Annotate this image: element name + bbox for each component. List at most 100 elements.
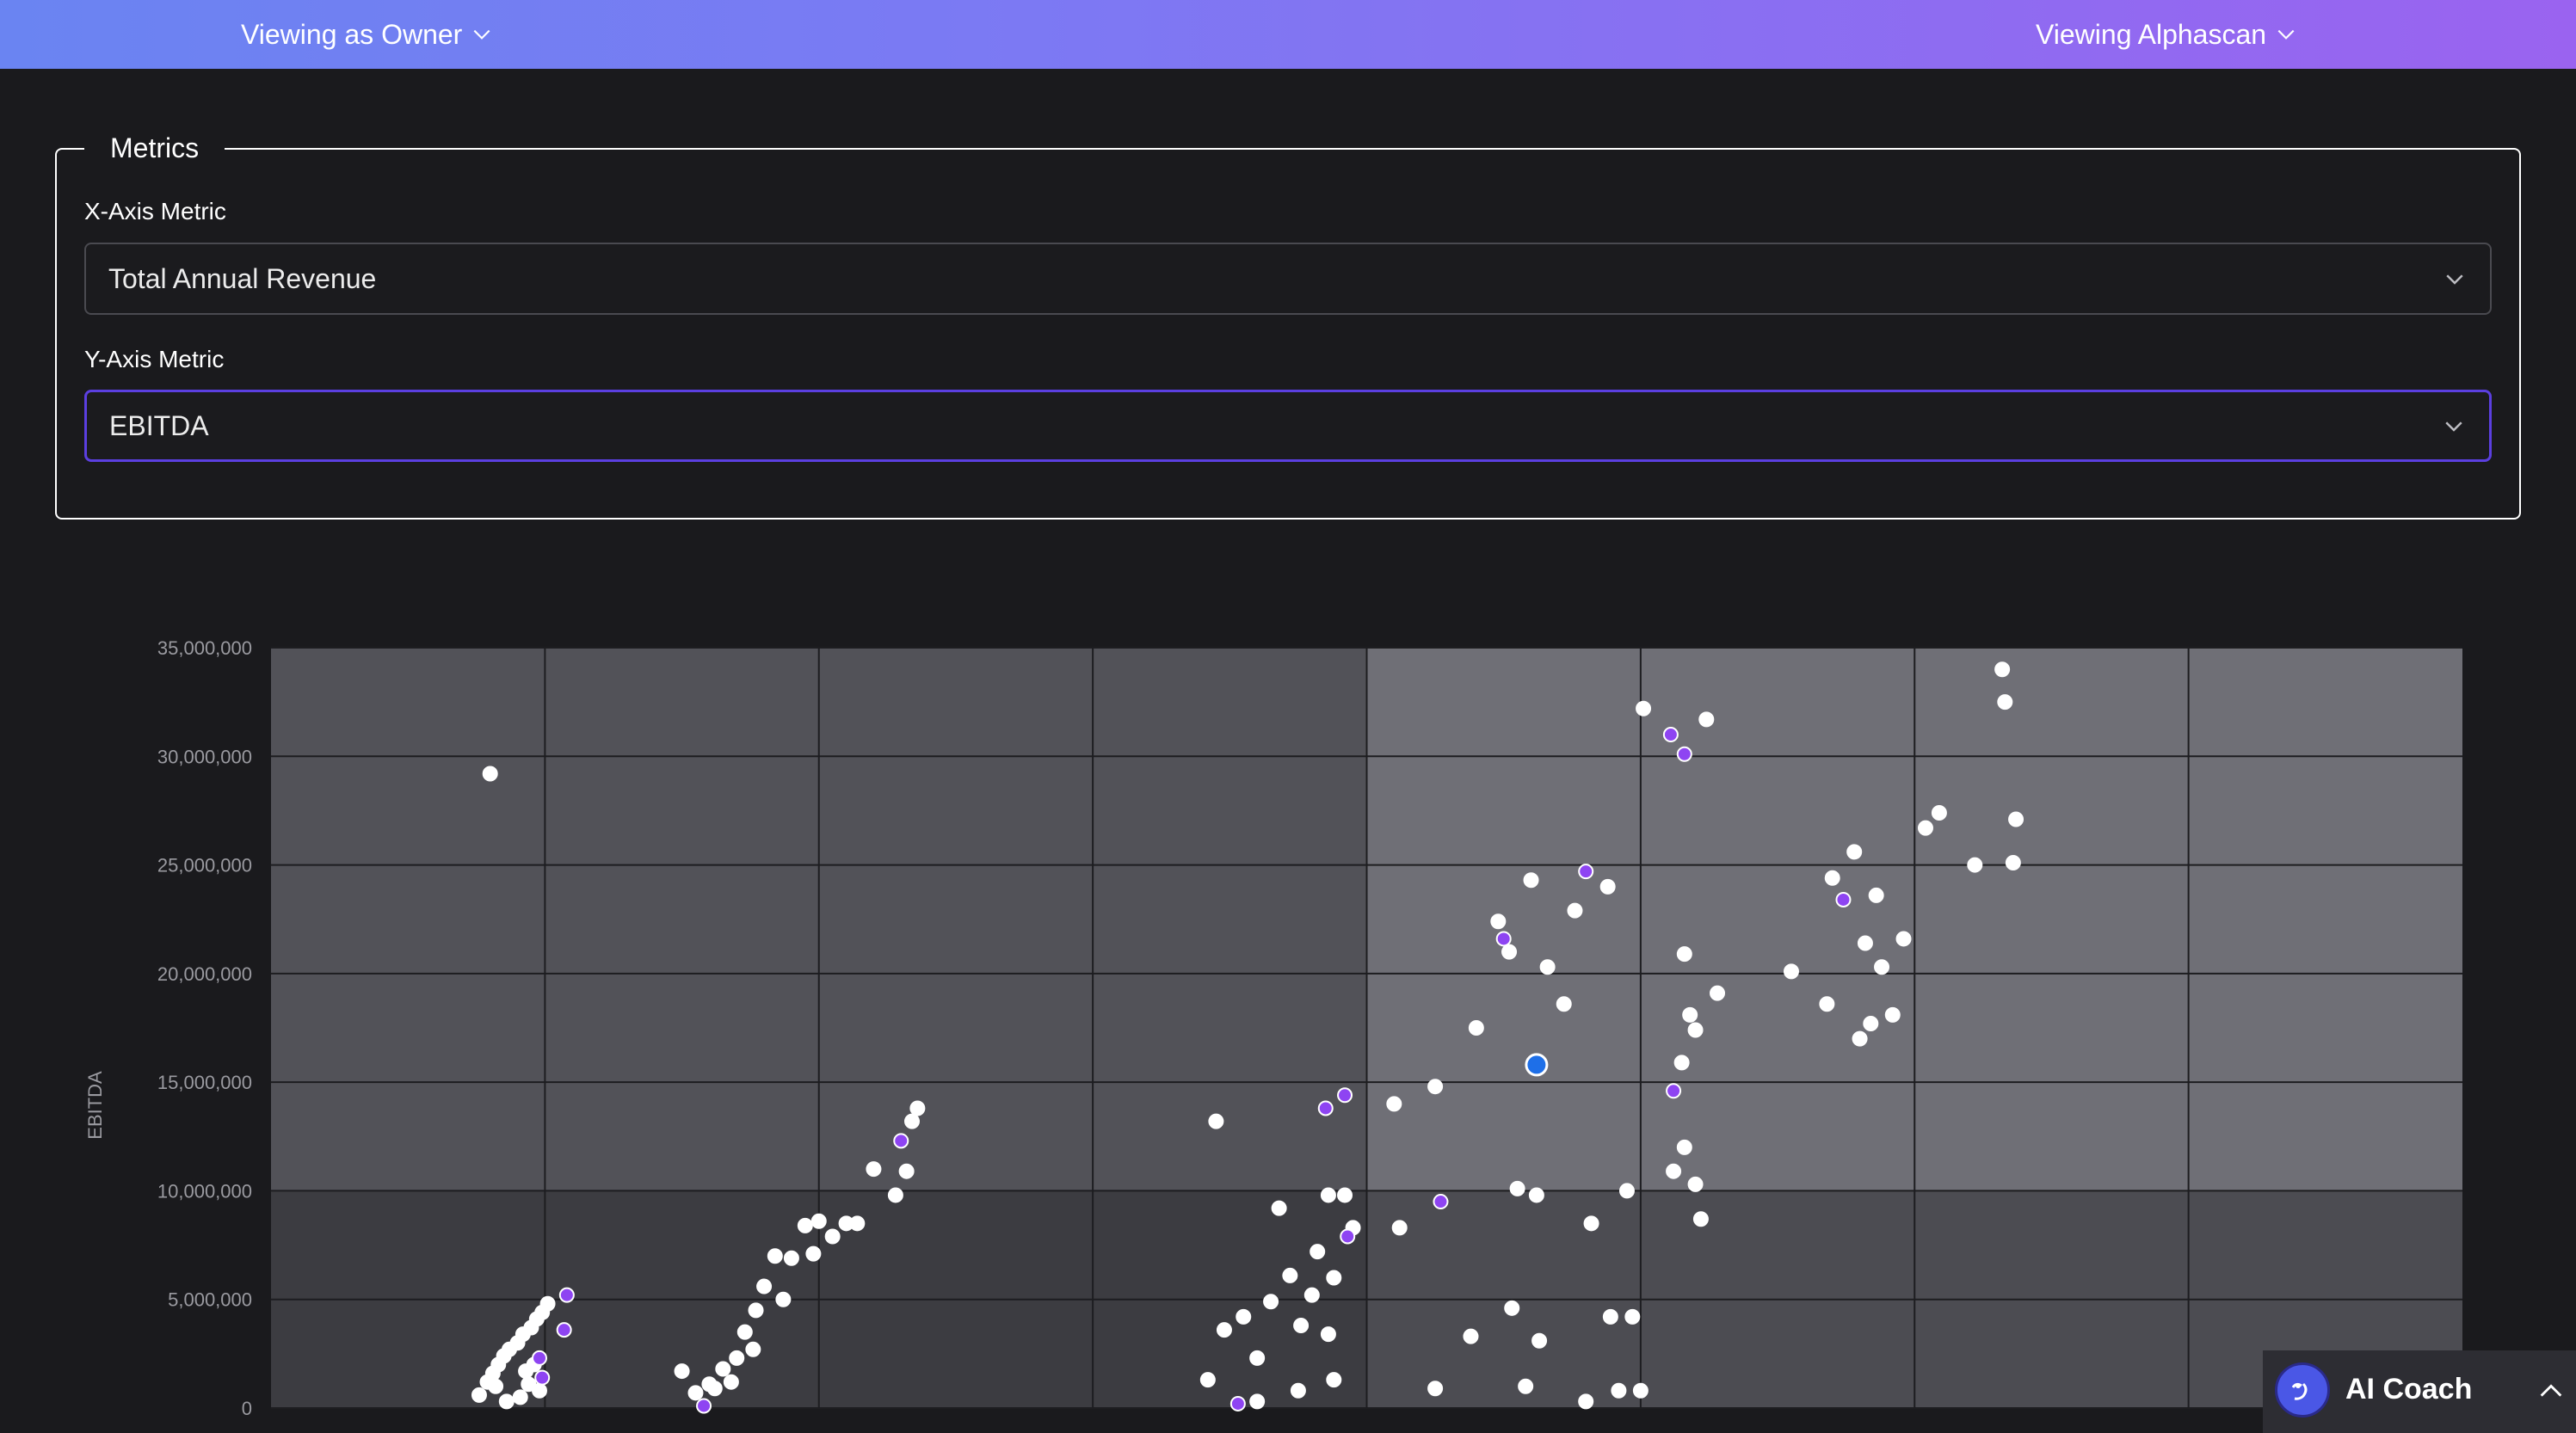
data-point xyxy=(1636,700,1652,716)
chevron-down-icon xyxy=(2446,274,2463,285)
data-point xyxy=(1282,1267,1298,1283)
data-point xyxy=(824,1228,841,1245)
data-point xyxy=(674,1363,690,1380)
data-point xyxy=(1326,1372,1342,1388)
peer-data-point xyxy=(893,1133,909,1149)
data-point xyxy=(1602,1308,1618,1325)
data-point xyxy=(775,1291,792,1307)
plot-area-cell xyxy=(2188,648,2462,1191)
peer-data-point xyxy=(1495,931,1512,947)
viewing-company-dropdown[interactable]: Viewing Alphascan xyxy=(2036,12,2297,57)
data-point xyxy=(1666,1163,1682,1179)
chevron-down-icon xyxy=(473,29,490,40)
data-point xyxy=(1249,1350,1266,1366)
peer-data-point xyxy=(556,1322,572,1338)
data-point xyxy=(767,1248,783,1264)
plot-area-cell xyxy=(545,648,819,1191)
top-bar: Viewing as Owner Viewing Alphascan xyxy=(0,0,2576,69)
y-tick-label: 25,000,000 xyxy=(157,855,252,876)
data-point xyxy=(1632,1382,1649,1399)
ai-coach-button[interactable]: AI Coach xyxy=(2263,1350,2576,1433)
y-axis-title: EBITDA xyxy=(84,1071,106,1140)
y-tick-label: 35,000,000 xyxy=(157,637,252,659)
data-point xyxy=(1578,1393,1594,1410)
data-point xyxy=(2008,811,2024,827)
data-point xyxy=(748,1302,764,1319)
highlight-data-point xyxy=(1525,1053,1549,1077)
data-point xyxy=(687,1385,704,1401)
data-point xyxy=(1994,661,2011,678)
data-point xyxy=(1819,996,1835,1012)
scatter-chart: 35,000,000 30,000,000 25,000,000 20,000,000… xyxy=(0,602,2576,1433)
peer-data-point xyxy=(1337,1087,1353,1104)
data-point xyxy=(729,1350,745,1366)
data-point xyxy=(805,1245,822,1262)
y-tick-label: 10,000,000 xyxy=(157,1180,252,1202)
data-point xyxy=(1208,1113,1224,1129)
peer-data-point xyxy=(532,1350,548,1366)
viewing-as-label: Viewing as Owner xyxy=(241,19,463,50)
data-point xyxy=(482,766,498,782)
scatter-chart-svg: 35,000,000 30,000,000 25,000,000 20,000,000… xyxy=(84,637,2462,1419)
data-point xyxy=(1997,694,2013,710)
data-point xyxy=(1599,878,1616,895)
peer-data-point xyxy=(1835,891,1852,907)
x-axis-metric-select[interactable]: Total Annual Revenue xyxy=(84,243,2492,315)
data-point xyxy=(1710,985,1726,1001)
peer-data-point xyxy=(1662,727,1679,743)
data-point xyxy=(1427,1079,1444,1095)
data-point xyxy=(1490,913,1507,930)
data-point xyxy=(488,1378,504,1394)
data-point xyxy=(736,1324,753,1340)
y-tick-label: 20,000,000 xyxy=(157,963,252,985)
chevron-up-icon[interactable] xyxy=(2536,1376,2566,1405)
data-point xyxy=(1618,1183,1635,1199)
data-point xyxy=(1676,1139,1692,1155)
viewing-as-dropdown[interactable]: Viewing as Owner xyxy=(241,12,493,57)
data-point xyxy=(723,1374,739,1390)
data-point xyxy=(783,1250,799,1266)
data-point xyxy=(1326,1270,1342,1286)
peer-data-point xyxy=(1578,864,1594,880)
data-point xyxy=(1874,959,1890,975)
data-point xyxy=(1583,1215,1599,1232)
x-axis-metric-label: X-Axis Metric xyxy=(84,198,226,224)
plot-area-cell xyxy=(271,648,545,1191)
data-point xyxy=(1263,1294,1279,1310)
data-point xyxy=(1531,1332,1548,1349)
data-point xyxy=(866,1161,882,1178)
coach-face-icon xyxy=(2291,1382,2308,1400)
y-tick-label: 0 xyxy=(242,1398,252,1419)
data-point xyxy=(512,1389,528,1405)
data-point xyxy=(1868,887,1884,903)
data-point xyxy=(810,1213,827,1229)
data-point xyxy=(1687,1022,1704,1038)
peer-data-point xyxy=(1676,746,1692,762)
data-point xyxy=(1687,1176,1704,1192)
ai-coach-label: AI Coach xyxy=(2345,1373,2473,1405)
data-point xyxy=(1199,1372,1216,1388)
y-tick-label: 30,000,000 xyxy=(157,746,252,767)
data-point xyxy=(1310,1244,1326,1260)
data-point xyxy=(1504,1300,1520,1316)
peer-data-point xyxy=(558,1287,575,1303)
y-axis-metric-label: Y-Axis Metric xyxy=(84,346,225,372)
data-point xyxy=(1624,1308,1641,1325)
data-point xyxy=(903,1113,920,1129)
data-point xyxy=(1673,1055,1690,1071)
data-point xyxy=(715,1361,731,1377)
data-point xyxy=(1320,1187,1336,1203)
data-point xyxy=(849,1215,866,1232)
data-point xyxy=(1917,820,1933,836)
data-point xyxy=(898,1163,915,1179)
data-point xyxy=(756,1278,773,1295)
y-axis-metric-select[interactable]: EBITDA xyxy=(84,390,2492,462)
data-point xyxy=(1528,1187,1544,1203)
plot-area-cell xyxy=(1914,648,2189,1191)
data-point xyxy=(1427,1381,1444,1397)
peer-data-point xyxy=(534,1369,551,1386)
y-tick-label: 5,000,000 xyxy=(168,1289,252,1311)
data-point xyxy=(1249,1393,1266,1410)
data-point xyxy=(1216,1322,1232,1338)
data-point xyxy=(1303,1287,1320,1303)
